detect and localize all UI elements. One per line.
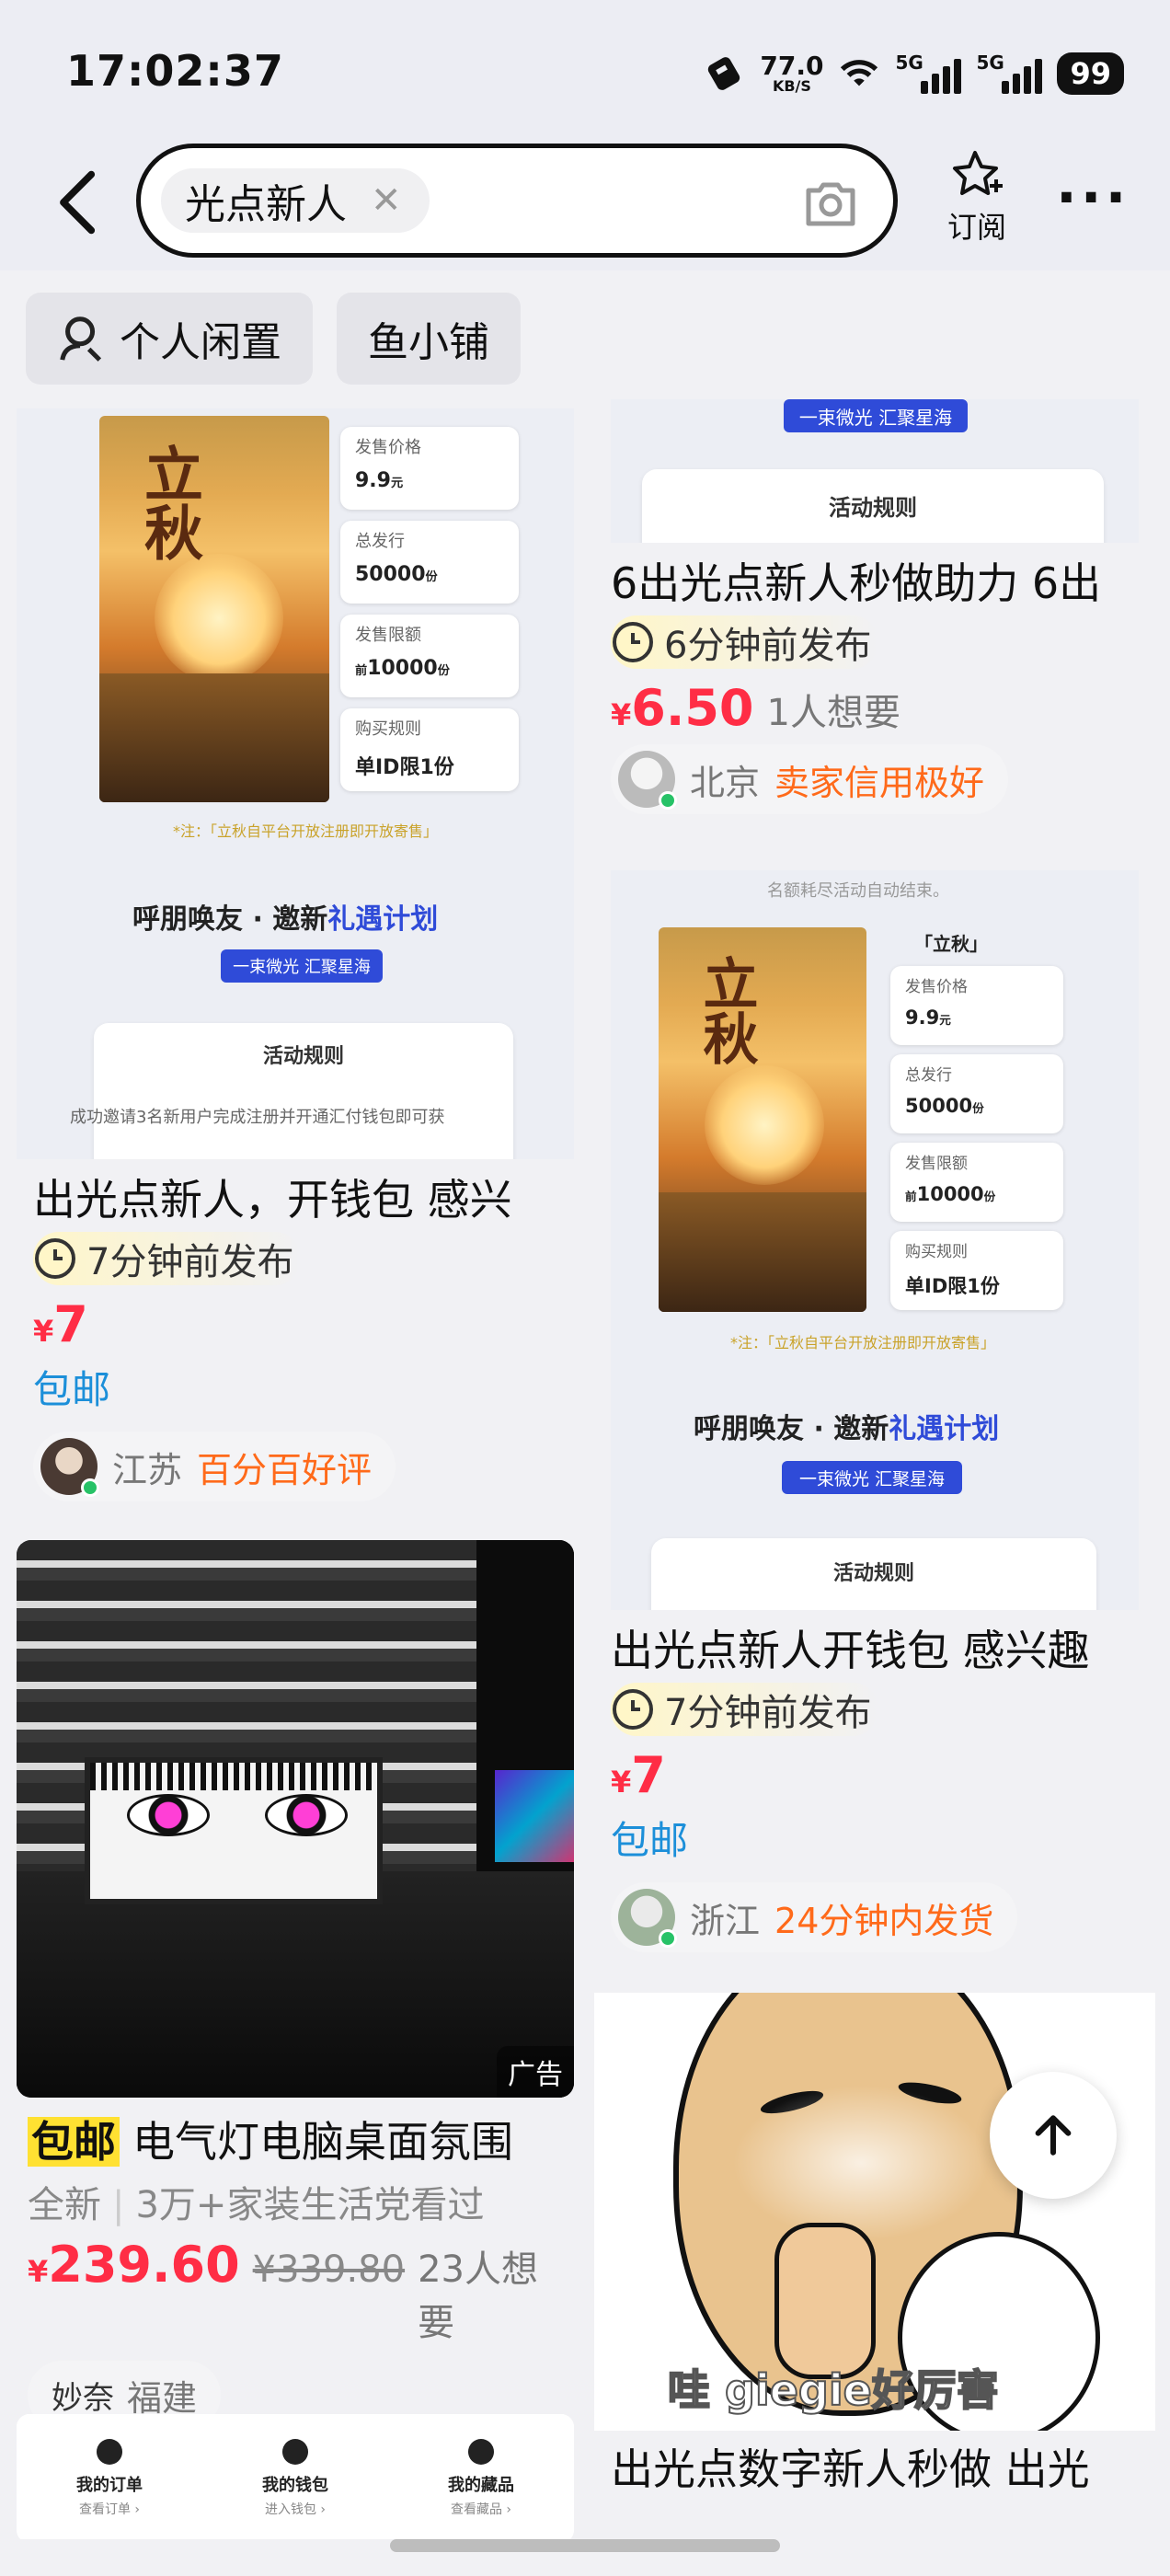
back-to-top-button[interactable] [990,2072,1117,2199]
app-menu-preview: 我的订单 查看订单 › 我的钱包 进入钱包 › 我的藏品 查看藏品 › [17,2414,574,2539]
price: ¥7 [33,1295,88,1353]
filter-fish-shop[interactable]: 鱼小铺 [337,293,521,385]
price: ¥6.50 [611,679,754,737]
star-plus-icon [953,151,1003,195]
listing-title[interactable]: 出光点新人，开钱包 感兴 [33,1170,561,1229]
price-row: ¥239.60 ¥339.80 23人想要 [28,2236,567,2346]
listing-title[interactable]: 6出光点新人秒做助力 6出 [611,554,1139,613]
wifi-icon [841,60,878,86]
signal-5g-icon: 5G [895,52,962,94]
subscribe-label: 订阅 [946,210,1006,245]
seller-avatar [618,751,677,810]
seller-avatar [40,1438,99,1497]
ad-meta: 全新 | 3万+家装生活党看过 [28,2184,485,2226]
seller-info[interactable]: 北京 卖家信用极好 [611,744,1009,814]
meme-image: 哇 giegie好厉害 [594,1993,1155,2431]
net-speed: 77.0 KB/S [760,51,824,95]
free-shipping-tag: 包邮 [28,2117,120,2167]
ad-label: 广告 [497,2046,574,2098]
ad-image[interactable]: 广告 [17,1540,574,2098]
filter-personal-idle[interactable]: 个人闲置 [26,293,313,385]
listing-card[interactable]: 立秋 发售价格 9.9元 总发行 50000份 发售限额 前10000份 购买规… [17,408,578,1501]
listing-image[interactable]: 名额耗尽活动自动结束。 立秋 「立秋」 发售价格 9.9元 总发行 50000份… [611,870,1139,1610]
poster-image: 立秋 [659,927,866,1312]
back-arrow-icon[interactable] [52,167,107,237]
lamp-panel [85,1757,383,1904]
seller-info[interactable]: 江苏 百分百好评 [33,1432,396,1501]
clear-keyword-icon[interactable]: ✕ [371,179,402,222]
signal-5g-icon: 5G [976,52,1043,94]
want-count: 23人想要 [418,2248,538,2344]
free-shipping-label: 包邮 [33,1367,111,1412]
price-row: ¥7 [33,1295,561,1353]
left-column: 立秋 发售价格 9.9元 总发行 50000份 发售限额 前10000份 购买规… [17,408,578,2539]
status-bar: 17:02:37 77.0 KB/S 5G 5G 99 [0,0,1170,147]
listing-image[interactable]: 一束微光 汇聚星海 活动规则 [611,399,1139,543]
camera-icon[interactable] [801,178,860,229]
publish-time: 6分钟前发布 [611,615,1139,669]
battery-indicator: 99 [1057,52,1124,95]
search-header: 光点新人 ✕ 订阅 ··· [0,129,1170,270]
price-row: ¥7 [611,1746,1139,1804]
publish-time: 7分钟前发布 [33,1232,561,1285]
arrow-up-icon [1035,2115,1072,2156]
listing-image[interactable]: 立秋 发售价格 9.9元 总发行 50000份 发售限额 前10000份 购买规… [17,408,574,1159]
listing-card[interactable]: 我的订单 查看订单 › 我的钱包 进入钱包 › 我的藏品 查看藏品 › [17,2414,578,2539]
status-icons: 77.0 KB/S 5G 5G 99 [703,46,1124,101]
filter-row: 个人闲置 鱼小铺 [0,270,1170,408]
home-indicator[interactable] [390,2539,780,2552]
poster-image: 立秋 [99,416,329,802]
ad-title[interactable]: 包邮 电气灯电脑桌面氛围 [28,2112,567,2171]
seller-avatar [618,1889,677,1948]
price: ¥239.60 [28,2236,240,2294]
listing-card[interactable]: 一束微光 汇聚星海 活动规则 6出光点新人秒做助力 6出 6分钟前发布 ¥6.5… [594,399,1155,814]
seller-info[interactable]: 浙江 24分钟内发货 [611,1882,1018,1952]
subscribe-button[interactable]: 订阅 [944,149,1010,247]
listing-card[interactable]: 哇 giegie好厉害 出光点数字新人秒做 出光 [594,1993,1155,2499]
ad-listing-card[interactable]: 广告 包邮 电气灯电脑桌面氛围 全新 | 3万+家装生活党看过 ¥239.60 ¥33… [17,1540,578,2430]
want-count: 1人想要 [766,692,900,734]
search-keyword: 光点新人 [185,181,347,228]
original-price: ¥339.80 [252,2248,406,2291]
right-column: 一束微光 汇聚星海 活动规则 6出光点新人秒做助力 6出 6分钟前发布 ¥6.5… [594,399,1155,2539]
search-input[interactable]: 光点新人 ✕ [136,144,898,258]
nfc-icon [708,57,740,90]
price: ¥7 [611,1746,666,1804]
free-shipping-label: 包邮 [611,1818,689,1863]
user-search-icon [60,316,102,362]
more-options-icon[interactable]: ··· [1056,170,1130,225]
listing-image[interactable]: 哇 giegie好厉害 [594,1993,1155,2431]
clock-icon [35,1238,75,1279]
publish-time: 7分钟前发布 [611,1683,1139,1736]
search-keyword-chip[interactable]: 光点新人 ✕ [161,168,430,233]
listing-image[interactable]: 我的订单 查看订单 › 我的钱包 进入钱包 › 我的藏品 查看藏品 › [17,2414,574,2539]
listing-title[interactable]: 出光点数字新人秒做 出光 [611,2440,1139,2499]
listing-title[interactable]: 出光点新人开钱包 感兴趣 [611,1621,1139,1680]
price-row: ¥6.50 1人想要 [611,679,1139,737]
clock-icon [613,1689,653,1730]
clock-time: 17:02:37 [66,46,284,96]
listing-card[interactable]: 名额耗尽活动自动结束。 立秋 「立秋」 发售价格 9.9元 总发行 50000份… [594,870,1155,1952]
clock-icon [613,622,653,662]
